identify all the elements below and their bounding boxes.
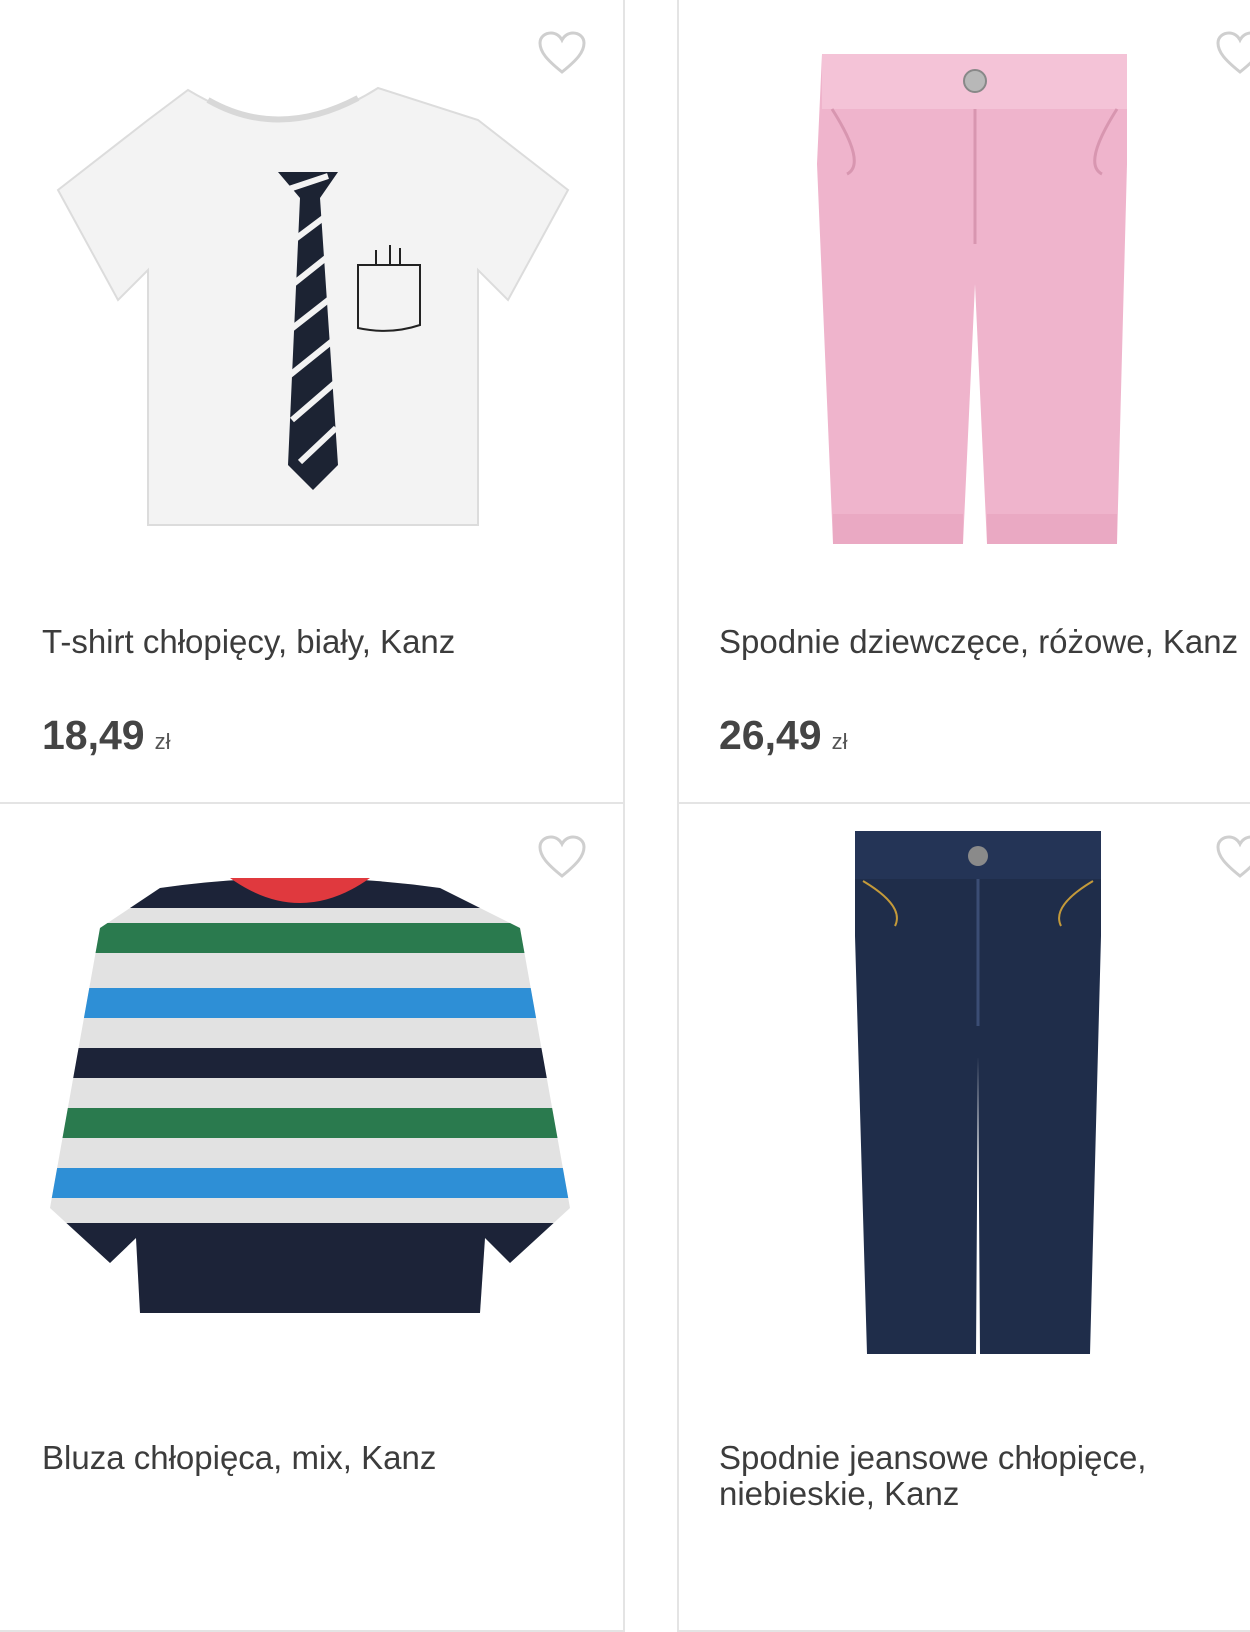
product-title[interactable]: Bluza chłopięca, mix, Kanz	[42, 1440, 612, 1476]
price-currency: zł	[831, 729, 848, 754]
product-price: 18,49 zł	[42, 712, 171, 759]
product-price: 26,49 zł	[719, 712, 848, 759]
price-value: 26,49	[719, 712, 822, 758]
product-image-jeans[interactable]	[845, 826, 1111, 1362]
product-image-pink-trousers[interactable]	[807, 44, 1143, 554]
product-title[interactable]: Spodnie jeansowe chłopięce, niebieskie, …	[719, 1440, 1250, 1512]
heart-outline-icon[interactable]	[1215, 30, 1250, 76]
product-card[interactable]: Spodnie dziewczęce, różowe, Kanz 26,49 zł	[677, 0, 1250, 804]
product-card[interactable]: T-shirt chłopięcy, biały, Kanz 18,49 zł	[0, 0, 625, 804]
heart-outline-icon[interactable]	[1215, 834, 1250, 880]
product-title[interactable]: Spodnie dziewczęce, różowe, Kanz	[719, 624, 1250, 660]
product-title[interactable]: T-shirt chłopięcy, biały, Kanz	[42, 624, 612, 660]
product-card[interactable]: Bluza chłopięca, mix, Kanz	[0, 802, 625, 1632]
product-image-tshirt[interactable]	[38, 80, 588, 540]
heart-outline-icon[interactable]	[537, 30, 587, 76]
product-card[interactable]: Spodnie jeansowe chłopięce, niebieskie, …	[677, 802, 1250, 1632]
price-currency: zł	[154, 729, 171, 754]
product-image-striped-sweatshirt[interactable]	[40, 868, 590, 1348]
price-value: 18,49	[42, 712, 145, 758]
